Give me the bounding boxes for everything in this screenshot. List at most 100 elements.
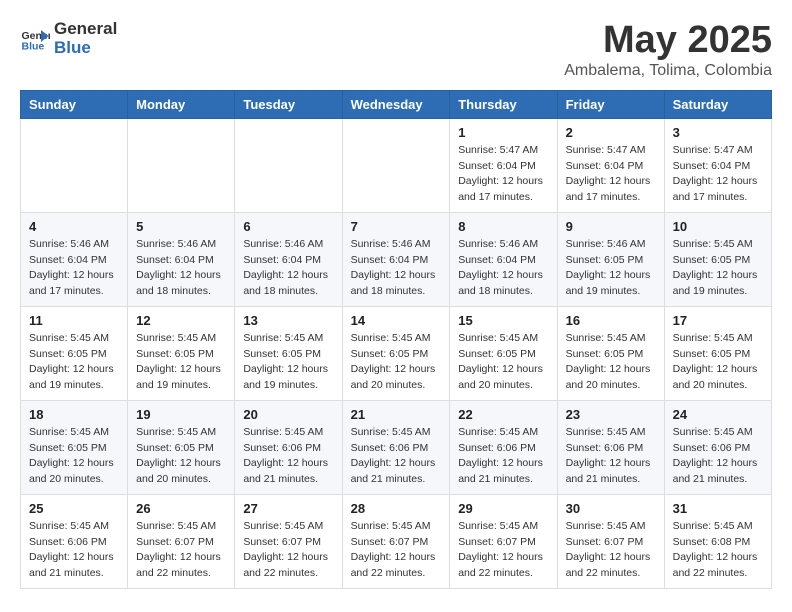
day-cell: 5 Sunrise: 5:46 AM Sunset: 6:04 PM Daylig… — [128, 212, 235, 306]
day-number: 2 — [566, 125, 656, 140]
logo-blue-text: Blue — [54, 39, 117, 58]
week-row-5: 25 Sunrise: 5:45 AM Sunset: 6:06 PM Dayli… — [21, 494, 772, 588]
day-cell: 12Sunrise: 5:45 AM Sunset: 6:05 PM Dayli… — [128, 306, 235, 400]
day-info: Sunrise: 5:46 AM Sunset: 6:04 PM Dayligh… — [29, 237, 119, 300]
day-number: 20 — [243, 407, 333, 422]
day-cell: 11 Sunrise: 5:45 AM Sunset: 6:05 PM Dayli… — [21, 306, 128, 400]
day-info: Sunrise: 5:47 AM Sunset: 6:04 PM Dayligh… — [566, 143, 656, 206]
week-row-3: 11 Sunrise: 5:45 AM Sunset: 6:05 PM Dayli… — [21, 306, 772, 400]
day-cell: 16Sunrise: 5:45 AM Sunset: 6:05 PM Dayli… — [557, 306, 664, 400]
day-cell: 10Sunrise: 5:45 AM Sunset: 6:05 PM Dayli… — [664, 212, 771, 306]
day-info: Sunrise: 5:47 AM Sunset: 6:04 PM Dayligh… — [673, 143, 763, 206]
day-number: 17 — [673, 313, 763, 328]
header-row: SundayMondayTuesdayWednesdayThursdayFrid… — [21, 90, 772, 118]
day-cell: 13 Sunrise: 5:45 AM Sunset: 6:05 PM Dayli… — [235, 306, 342, 400]
day-number: 25 — [29, 501, 119, 516]
day-number: 8 — [458, 219, 548, 234]
day-info: Sunrise: 5:45 AM Sunset: 6:06 PM Dayligh… — [566, 425, 656, 488]
day-cell: 28 Sunrise: 5:45 AM Sunset: 6:07 PM Dayli… — [342, 494, 450, 588]
day-number: 27 — [243, 501, 333, 516]
day-number: 13 — [243, 313, 333, 328]
day-info: Sunrise: 5:46 AM Sunset: 6:04 PM Dayligh… — [458, 237, 548, 300]
day-cell: 14Sunrise: 5:45 AM Sunset: 6:05 PM Dayli… — [342, 306, 450, 400]
header-day-tuesday: Tuesday — [235, 90, 342, 118]
day-info: Sunrise: 5:45 AM Sunset: 6:06 PM Dayligh… — [243, 425, 333, 488]
day-info: Sunrise: 5:45 AM Sunset: 6:05 PM Dayligh… — [136, 425, 226, 488]
logo-icon: General Blue — [20, 24, 50, 54]
day-number: 1 — [458, 125, 548, 140]
day-cell — [21, 118, 128, 212]
day-info: Sunrise: 5:45 AM Sunset: 6:06 PM Dayligh… — [29, 519, 119, 582]
day-cell: 26 Sunrise: 5:45 AM Sunset: 6:07 PM Dayli… — [128, 494, 235, 588]
day-cell: 1 Sunrise: 5:47 AM Sunset: 6:04 PM Daylig… — [450, 118, 557, 212]
day-cell: 22 Sunrise: 5:45 AM Sunset: 6:06 PM Dayli… — [450, 400, 557, 494]
day-number: 29 — [458, 501, 548, 516]
day-cell: 20 Sunrise: 5:45 AM Sunset: 6:06 PM Dayli… — [235, 400, 342, 494]
header-day-monday: Monday — [128, 90, 235, 118]
day-cell: 31Sunrise: 5:45 AM Sunset: 6:08 PM Dayli… — [664, 494, 771, 588]
day-info: Sunrise: 5:45 AM Sunset: 6:05 PM Dayligh… — [29, 425, 119, 488]
day-cell: 29Sunrise: 5:45 AM Sunset: 6:07 PM Dayli… — [450, 494, 557, 588]
day-number: 12 — [136, 313, 226, 328]
day-number: 3 — [673, 125, 763, 140]
title-section: May 2025 Ambalema, Tolima, Colombia — [564, 20, 772, 80]
location-title: Ambalema, Tolima, Colombia — [564, 62, 772, 80]
day-number: 18 — [29, 407, 119, 422]
header-day-thursday: Thursday — [450, 90, 557, 118]
day-number: 26 — [136, 501, 226, 516]
header: General Blue General Blue May 2025 Ambal… — [20, 20, 772, 80]
day-number: 30 — [566, 501, 656, 516]
day-number: 24 — [673, 407, 763, 422]
calendar-table: SundayMondayTuesdayWednesdayThursdayFrid… — [20, 90, 772, 589]
day-cell: 19Sunrise: 5:45 AM Sunset: 6:05 PM Dayli… — [128, 400, 235, 494]
day-number: 9 — [566, 219, 656, 234]
logo-general-text: General — [54, 20, 117, 39]
header-day-wednesday: Wednesday — [342, 90, 450, 118]
day-info: Sunrise: 5:46 AM Sunset: 6:04 PM Dayligh… — [136, 237, 226, 300]
week-row-2: 4 Sunrise: 5:46 AM Sunset: 6:04 PM Daylig… — [21, 212, 772, 306]
day-info: Sunrise: 5:45 AM Sunset: 6:05 PM Dayligh… — [673, 331, 763, 394]
day-info: Sunrise: 5:45 AM Sunset: 6:05 PM Dayligh… — [673, 237, 763, 300]
day-cell — [235, 118, 342, 212]
day-cell: 30 Sunrise: 5:45 AM Sunset: 6:07 PM Dayli… — [557, 494, 664, 588]
day-cell — [128, 118, 235, 212]
day-cell: 7 Sunrise: 5:46 AM Sunset: 6:04 PM Daylig… — [342, 212, 450, 306]
day-number: 7 — [351, 219, 442, 234]
day-info: Sunrise: 5:46 AM Sunset: 6:04 PM Dayligh… — [351, 237, 442, 300]
day-info: Sunrise: 5:45 AM Sunset: 6:07 PM Dayligh… — [566, 519, 656, 582]
day-number: 31 — [673, 501, 763, 516]
week-row-4: 18 Sunrise: 5:45 AM Sunset: 6:05 PM Dayli… — [21, 400, 772, 494]
day-number: 23 — [566, 407, 656, 422]
day-number: 14 — [351, 313, 442, 328]
day-info: Sunrise: 5:45 AM Sunset: 6:05 PM Dayligh… — [243, 331, 333, 394]
header-day-saturday: Saturday — [664, 90, 771, 118]
header-day-sunday: Sunday — [21, 90, 128, 118]
day-info: Sunrise: 5:45 AM Sunset: 6:06 PM Dayligh… — [673, 425, 763, 488]
day-cell: 15 Sunrise: 5:45 AM Sunset: 6:05 PM Dayli… — [450, 306, 557, 400]
day-info: Sunrise: 5:46 AM Sunset: 6:04 PM Dayligh… — [243, 237, 333, 300]
day-number: 6 — [243, 219, 333, 234]
day-info: Sunrise: 5:45 AM Sunset: 6:07 PM Dayligh… — [351, 519, 442, 582]
day-info: Sunrise: 5:47 AM Sunset: 6:04 PM Dayligh… — [458, 143, 548, 206]
month-title: May 2025 — [564, 20, 772, 62]
day-info: Sunrise: 5:45 AM Sunset: 6:06 PM Dayligh… — [458, 425, 548, 488]
day-info: Sunrise: 5:46 AM Sunset: 6:05 PM Dayligh… — [566, 237, 656, 300]
logo: General Blue General Blue — [20, 20, 117, 57]
day-number: 22 — [458, 407, 548, 422]
day-info: Sunrise: 5:45 AM Sunset: 6:05 PM Dayligh… — [458, 331, 548, 394]
day-number: 15 — [458, 313, 548, 328]
day-cell: 2 Sunrise: 5:47 AM Sunset: 6:04 PM Daylig… — [557, 118, 664, 212]
day-number: 5 — [136, 219, 226, 234]
day-cell: 27Sunrise: 5:45 AM Sunset: 6:07 PM Dayli… — [235, 494, 342, 588]
week-row-1: 1 Sunrise: 5:47 AM Sunset: 6:04 PM Daylig… — [21, 118, 772, 212]
day-number: 28 — [351, 501, 442, 516]
day-info: Sunrise: 5:45 AM Sunset: 6:05 PM Dayligh… — [29, 331, 119, 394]
day-info: Sunrise: 5:45 AM Sunset: 6:06 PM Dayligh… — [351, 425, 442, 488]
day-cell: 23 Sunrise: 5:45 AM Sunset: 6:06 PM Dayli… — [557, 400, 664, 494]
day-cell — [342, 118, 450, 212]
day-info: Sunrise: 5:45 AM Sunset: 6:07 PM Dayligh… — [136, 519, 226, 582]
day-number: 11 — [29, 313, 119, 328]
day-number: 4 — [29, 219, 119, 234]
day-cell: 24 Sunrise: 5:45 AM Sunset: 6:06 PM Dayli… — [664, 400, 771, 494]
day-cell: 6 Sunrise: 5:46 AM Sunset: 6:04 PM Daylig… — [235, 212, 342, 306]
